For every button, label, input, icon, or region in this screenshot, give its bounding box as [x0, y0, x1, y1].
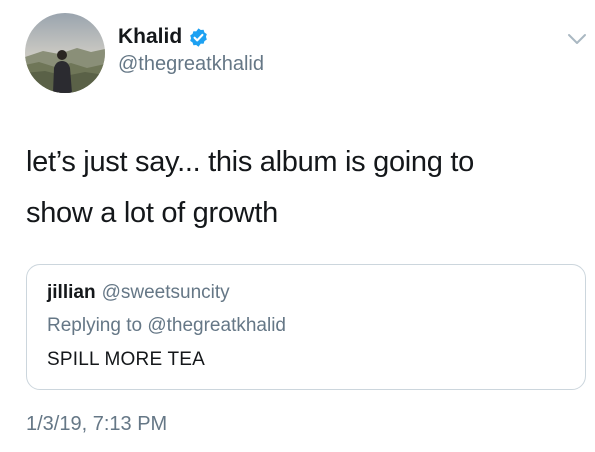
- tweet-timestamp[interactable]: 1/3/19, 7:13 PM: [26, 413, 167, 436]
- author-handle[interactable]: @thegreatkhalid: [118, 53, 264, 76]
- quoted-replying-to: Replying to @thegreatkhalid: [47, 315, 286, 336]
- tweet-text: let’s just say... this album is going to…: [26, 137, 566, 239]
- verified-badge-icon: [188, 27, 209, 48]
- tweet-text-line-2: show a lot of growth: [26, 197, 278, 229]
- tweet-text-line-1: let’s just say... this album is going to: [26, 146, 474, 178]
- quoted-display-name: jillian: [47, 282, 96, 303]
- author-display-name[interactable]: Khalid: [118, 25, 182, 49]
- quoted-tweet-header: jillian @sweetsuncity: [47, 282, 230, 304]
- quoted-tweet-card[interactable]: jillian @sweetsuncity Replying to @thegre…: [26, 264, 586, 390]
- avatar[interactable]: [25, 13, 105, 93]
- author-name-row[interactable]: Khalid: [118, 23, 209, 51]
- quoted-handle: @sweetsuncity: [101, 282, 230, 303]
- chevron-down-icon[interactable]: [566, 32, 588, 46]
- quoted-tweet-text: SPILL MORE TEA: [47, 349, 206, 370]
